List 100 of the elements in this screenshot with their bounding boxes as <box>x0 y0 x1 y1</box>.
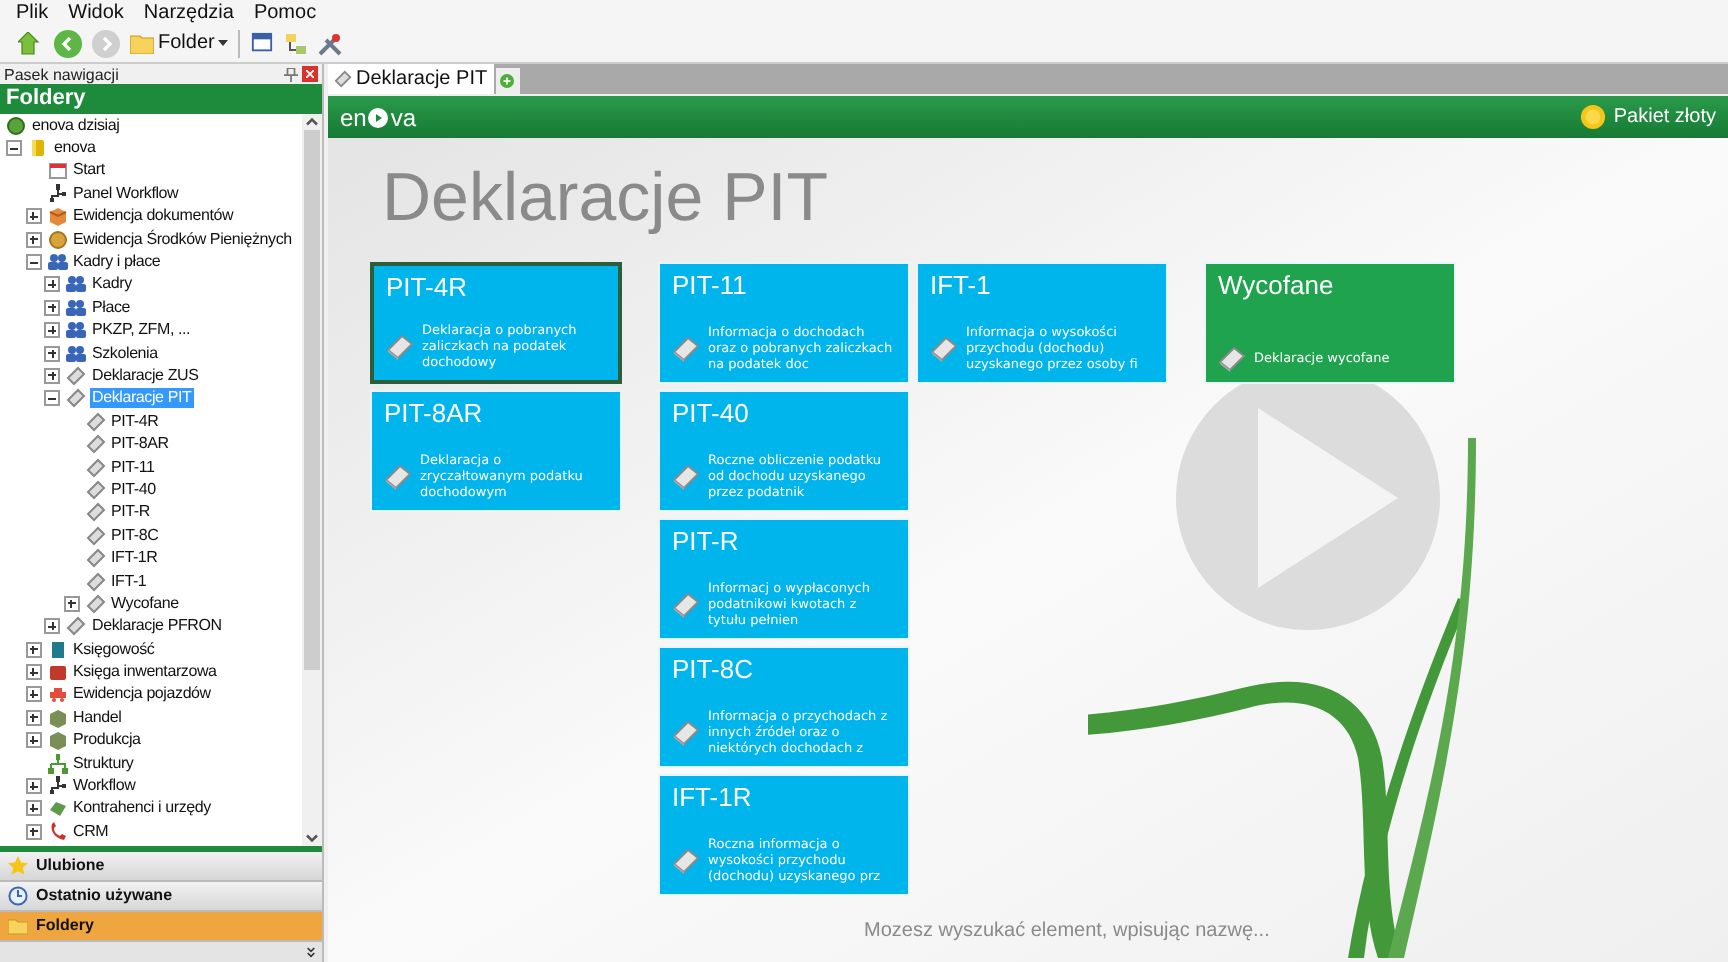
tree-item[interactable]: PIT-4R <box>109 411 161 432</box>
tile-title: PIT-8C <box>672 654 755 686</box>
tree-item[interactable]: Księga inwentarzowa <box>71 662 219 683</box>
document-icon <box>85 411 105 432</box>
expand-toggle[interactable] <box>25 664 41 681</box>
tile-title: Wycofane <box>1218 270 1336 302</box>
phone-icon <box>47 821 67 842</box>
tree-item[interactable]: Start <box>71 160 107 181</box>
scroll-thumb[interactable] <box>304 130 320 670</box>
document-icon <box>85 548 105 569</box>
document-icon <box>66 365 86 386</box>
document-icon <box>1218 344 1246 372</box>
package-label: Pakiet złoty <box>1613 105 1716 129</box>
close-button[interactable] <box>302 66 318 82</box>
tree-item[interactable]: IFT-1R <box>109 548 160 569</box>
search-hint: Mozesz wyszukać element, wpisując nazwę... <box>864 920 1270 944</box>
expand-toggle[interactable] <box>44 367 60 384</box>
expand-toggle[interactable] <box>25 208 41 225</box>
document-icon <box>672 334 700 362</box>
tree-item[interactable]: Produkcja <box>71 730 143 751</box>
navigation-section[interactable]: Ostatnio używane <box>0 882 322 912</box>
tree-item[interactable]: PIT-8AR <box>109 434 171 455</box>
tree-item[interactable]: Ewidencja Środków Pieniężnych <box>71 229 294 250</box>
tile-title: PIT-4R <box>386 272 469 304</box>
tree-item[interactable]: Księgowość <box>71 639 157 660</box>
tools-button[interactable] <box>318 31 343 55</box>
tree-item[interactable]: Wycofane <box>109 593 181 614</box>
tree-item[interactable]: PIT-40 <box>109 479 158 500</box>
caret-icon <box>218 40 229 46</box>
folder-icon <box>8 916 28 936</box>
tree-item[interactable]: Płace <box>90 297 133 318</box>
globe-icon <box>6 115 26 136</box>
tree-item[interactable]: IFT-1 <box>109 571 149 591</box>
tree-item[interactable]: Kadry i płace <box>71 252 163 273</box>
expand-toggle[interactable] <box>44 322 60 339</box>
tile-title: PIT-11 <box>672 270 749 302</box>
document-icon <box>334 70 352 88</box>
expand-toggle[interactable] <box>25 641 41 658</box>
folder-dropdown[interactable]: Folder <box>130 31 229 55</box>
logo-text: en <box>340 103 367 131</box>
play-icon <box>368 107 389 127</box>
collapse-toggle[interactable] <box>6 140 22 157</box>
menu-item[interactable]: Plik <box>16 1 49 23</box>
tree-item[interactable]: Struktury <box>71 753 136 774</box>
hierarchy-icon <box>47 753 67 774</box>
tree-item[interactable]: Deklaracje ZUS <box>90 365 201 386</box>
expand-toggle[interactable] <box>25 709 41 726</box>
workflow-icon <box>47 183 67 204</box>
tree-item[interactable]: Ewidencja dokumentów <box>71 206 236 227</box>
menu-item[interactable]: Widok <box>68 1 124 23</box>
document-icon <box>672 846 700 874</box>
document-icon <box>85 593 105 614</box>
navigation-section[interactable]: Foldery <box>0 912 322 942</box>
tree-item[interactable]: Deklaracje PFRON <box>90 616 224 637</box>
expand-toggle[interactable] <box>44 345 60 362</box>
expand-toggle[interactable] <box>25 778 41 795</box>
document-icon <box>85 434 105 455</box>
tree-item[interactable]: Ewidencja pojazdów <box>71 684 213 705</box>
navigation-section[interactable]: Ulubione <box>0 852 322 882</box>
tree-item[interactable]: Handel <box>71 707 124 728</box>
tree-item[interactable]: PIT-R <box>109 502 152 523</box>
tree-item[interactable]: Panel Workflow <box>71 183 181 204</box>
tree-item[interactable]: PIT-11 <box>109 457 157 478</box>
tree-item[interactable]: Szkolenia <box>90 343 160 364</box>
tree-item[interactable]: PIT-8C <box>109 525 161 546</box>
up-button[interactable] <box>16 29 44 57</box>
scrollbar[interactable] <box>302 114 322 846</box>
tile-title: PIT-8AR <box>384 398 485 430</box>
tree-item[interactable]: enova dzisiaj <box>30 115 122 136</box>
tree-item[interactable]: PKZP, ZFM, ... <box>90 320 193 341</box>
workflow-icon <box>47 776 67 797</box>
cube-icon <box>47 730 67 751</box>
up-arrow-icon <box>18 31 42 55</box>
people-icon <box>66 343 86 364</box>
tile-title: PIT-R <box>672 526 741 558</box>
tree-view-button[interactable] <box>284 31 309 55</box>
page-title: Deklaracje PIT <box>380 158 830 238</box>
collapse-toggle[interactable] <box>25 254 41 271</box>
expand-toggle[interactable] <box>63 595 79 612</box>
people-icon <box>66 297 86 318</box>
expand-toggle[interactable] <box>44 299 60 316</box>
expand-toggle[interactable] <box>25 800 41 817</box>
tree-item[interactable]: CRM <box>71 821 111 842</box>
tree-item[interactable]: Kadry <box>90 274 134 295</box>
expand-toggle[interactable] <box>25 823 41 840</box>
tree-item[interactable]: Kontrahenci i urzędy <box>71 798 213 819</box>
expand-toggle[interactable] <box>25 732 41 749</box>
collapse-toggle[interactable] <box>44 390 60 407</box>
tree-item[interactable]: enova <box>52 138 98 159</box>
menu-item[interactable]: Narzędzia <box>143 1 234 23</box>
menu-item[interactable]: Pomoc <box>253 1 317 23</box>
expand-toggle[interactable] <box>44 276 60 293</box>
tree-item[interactable]: Workflow <box>71 776 138 797</box>
document-tab[interactable]: Deklaracje PIT <box>328 64 494 94</box>
expand-toggle[interactable] <box>44 618 60 635</box>
expand-toggle[interactable] <box>25 231 41 248</box>
back-button[interactable] <box>54 29 82 57</box>
expand-toggle[interactable] <box>25 686 41 703</box>
box-icon <box>47 206 67 227</box>
star-icon <box>8 856 28 876</box>
